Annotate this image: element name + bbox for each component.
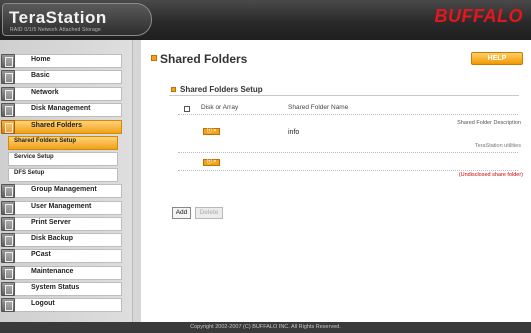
sidebar-subitem-dfs-setup[interactable]: DFS Setup xyxy=(8,168,118,182)
sidebar-item-shared-folders[interactable]: Shared Folders xyxy=(1,120,122,134)
sidebar-subitem-shared-folders-setup[interactable]: Shared Folders Setup xyxy=(8,136,118,150)
logo-text: TeraStation xyxy=(9,8,107,27)
sidebar-item-label: Logout xyxy=(31,300,55,307)
column-header-name: Shared Folder Name xyxy=(288,104,349,111)
sidebar-item-label: Disk Management xyxy=(31,105,91,112)
sidebar: Home Basic Network Disk Management Share… xyxy=(0,40,133,322)
footer: Copyright 2002-2007 (C) BUFFALO INC. All… xyxy=(0,322,531,333)
basic-icon xyxy=(1,70,15,84)
folder-edit-button[interactable]: ⓣ > xyxy=(203,159,220,166)
logo: TeraStation RAID 0/1/5 Network Attached … xyxy=(2,3,152,36)
sidebar-item-label: Shared Folders xyxy=(31,122,82,129)
backup-icon xyxy=(1,233,15,247)
user-icon xyxy=(1,201,15,215)
sidebar-subitem-label: Service Setup xyxy=(14,154,54,160)
sidebar-item-user-management[interactable]: User Management xyxy=(1,201,122,215)
page-title: Shared Folders xyxy=(160,52,248,66)
sidebar-item-disk-management[interactable]: Disk Management xyxy=(1,103,122,117)
network-icon xyxy=(1,87,15,101)
sidebar-item-logout[interactable]: Logout xyxy=(1,298,122,312)
sidebar-item-network[interactable]: Network xyxy=(1,87,122,101)
sidebar-item-label: PCast xyxy=(31,251,51,258)
home-icon xyxy=(1,54,15,68)
sidebar-item-label: User Management xyxy=(31,203,92,210)
sidebar-item-home[interactable]: Home xyxy=(1,54,122,68)
title-bullet-icon xyxy=(151,55,157,61)
column-header-disk: Disk or Array xyxy=(201,104,239,111)
folder-icon xyxy=(1,120,15,134)
select-all-checkbox[interactable] xyxy=(184,106,190,112)
sidebar-item-label: Disk Backup xyxy=(31,235,74,242)
divider xyxy=(169,95,519,96)
sidebar-item-maintenance[interactable]: Maintenance xyxy=(1,266,122,280)
table-divider xyxy=(178,170,518,171)
brand-logo: BUFFALO xyxy=(434,6,523,26)
status-icon xyxy=(1,282,15,296)
section-title: Shared Folders Setup xyxy=(180,85,263,94)
logout-icon xyxy=(1,298,15,312)
sidebar-item-label: Home xyxy=(31,56,51,63)
sidebar-item-label: Basic xyxy=(31,72,50,79)
sidebar-subitem-label: DFS Setup xyxy=(14,170,45,176)
printer-icon xyxy=(1,217,15,231)
group-icon xyxy=(1,184,15,198)
sidebar-item-group-management[interactable]: Group Management xyxy=(1,184,122,198)
folder-description: TeraStation utilities xyxy=(474,143,521,149)
sidebar-item-pcast[interactable]: PCast xyxy=(1,249,122,263)
sidebar-item-print-server[interactable]: Print Server xyxy=(1,217,122,231)
add-button[interactable]: Add xyxy=(172,207,191,219)
table-divider xyxy=(178,114,518,115)
undisclosed-share-note: (Undisclosed share folder) xyxy=(458,172,523,178)
logo-subtitle: RAID 0/1/5 Network Attached Storage xyxy=(10,27,101,33)
sidebar-subitem-label: Shared Folders Setup xyxy=(14,138,77,144)
pcast-icon xyxy=(1,249,15,263)
folder-edit-button[interactable]: ⓣ > xyxy=(203,128,220,135)
sidebar-item-disk-backup[interactable]: Disk Backup xyxy=(1,233,122,247)
folder-name: info xyxy=(288,129,300,136)
column-header-description: Shared Folder Description xyxy=(457,120,521,126)
header: TeraStation RAID 0/1/5 Network Attached … xyxy=(0,0,531,40)
table-divider xyxy=(178,152,518,153)
sidebar-item-label: Network xyxy=(31,89,59,96)
sidebar-item-label: Print Server xyxy=(31,219,71,226)
sidebar-subitem-service-setup[interactable]: Service Setup xyxy=(8,152,118,166)
disk-icon xyxy=(1,103,15,117)
sidebar-item-label: Group Management xyxy=(31,186,97,193)
sidebar-item-label: System Status xyxy=(31,284,80,291)
delete-button[interactable]: Delete xyxy=(195,207,223,219)
sidebar-item-label: Maintenance xyxy=(31,268,74,275)
sidebar-item-system-status[interactable]: System Status xyxy=(1,282,122,296)
section-bullet-icon xyxy=(171,87,176,92)
main-content: Shared Folders HELP Shared Folders Setup… xyxy=(141,40,531,322)
sidebar-item-basic[interactable]: Basic xyxy=(1,70,122,84)
maintenance-icon xyxy=(1,266,15,280)
help-button[interactable]: HELP xyxy=(471,52,523,65)
